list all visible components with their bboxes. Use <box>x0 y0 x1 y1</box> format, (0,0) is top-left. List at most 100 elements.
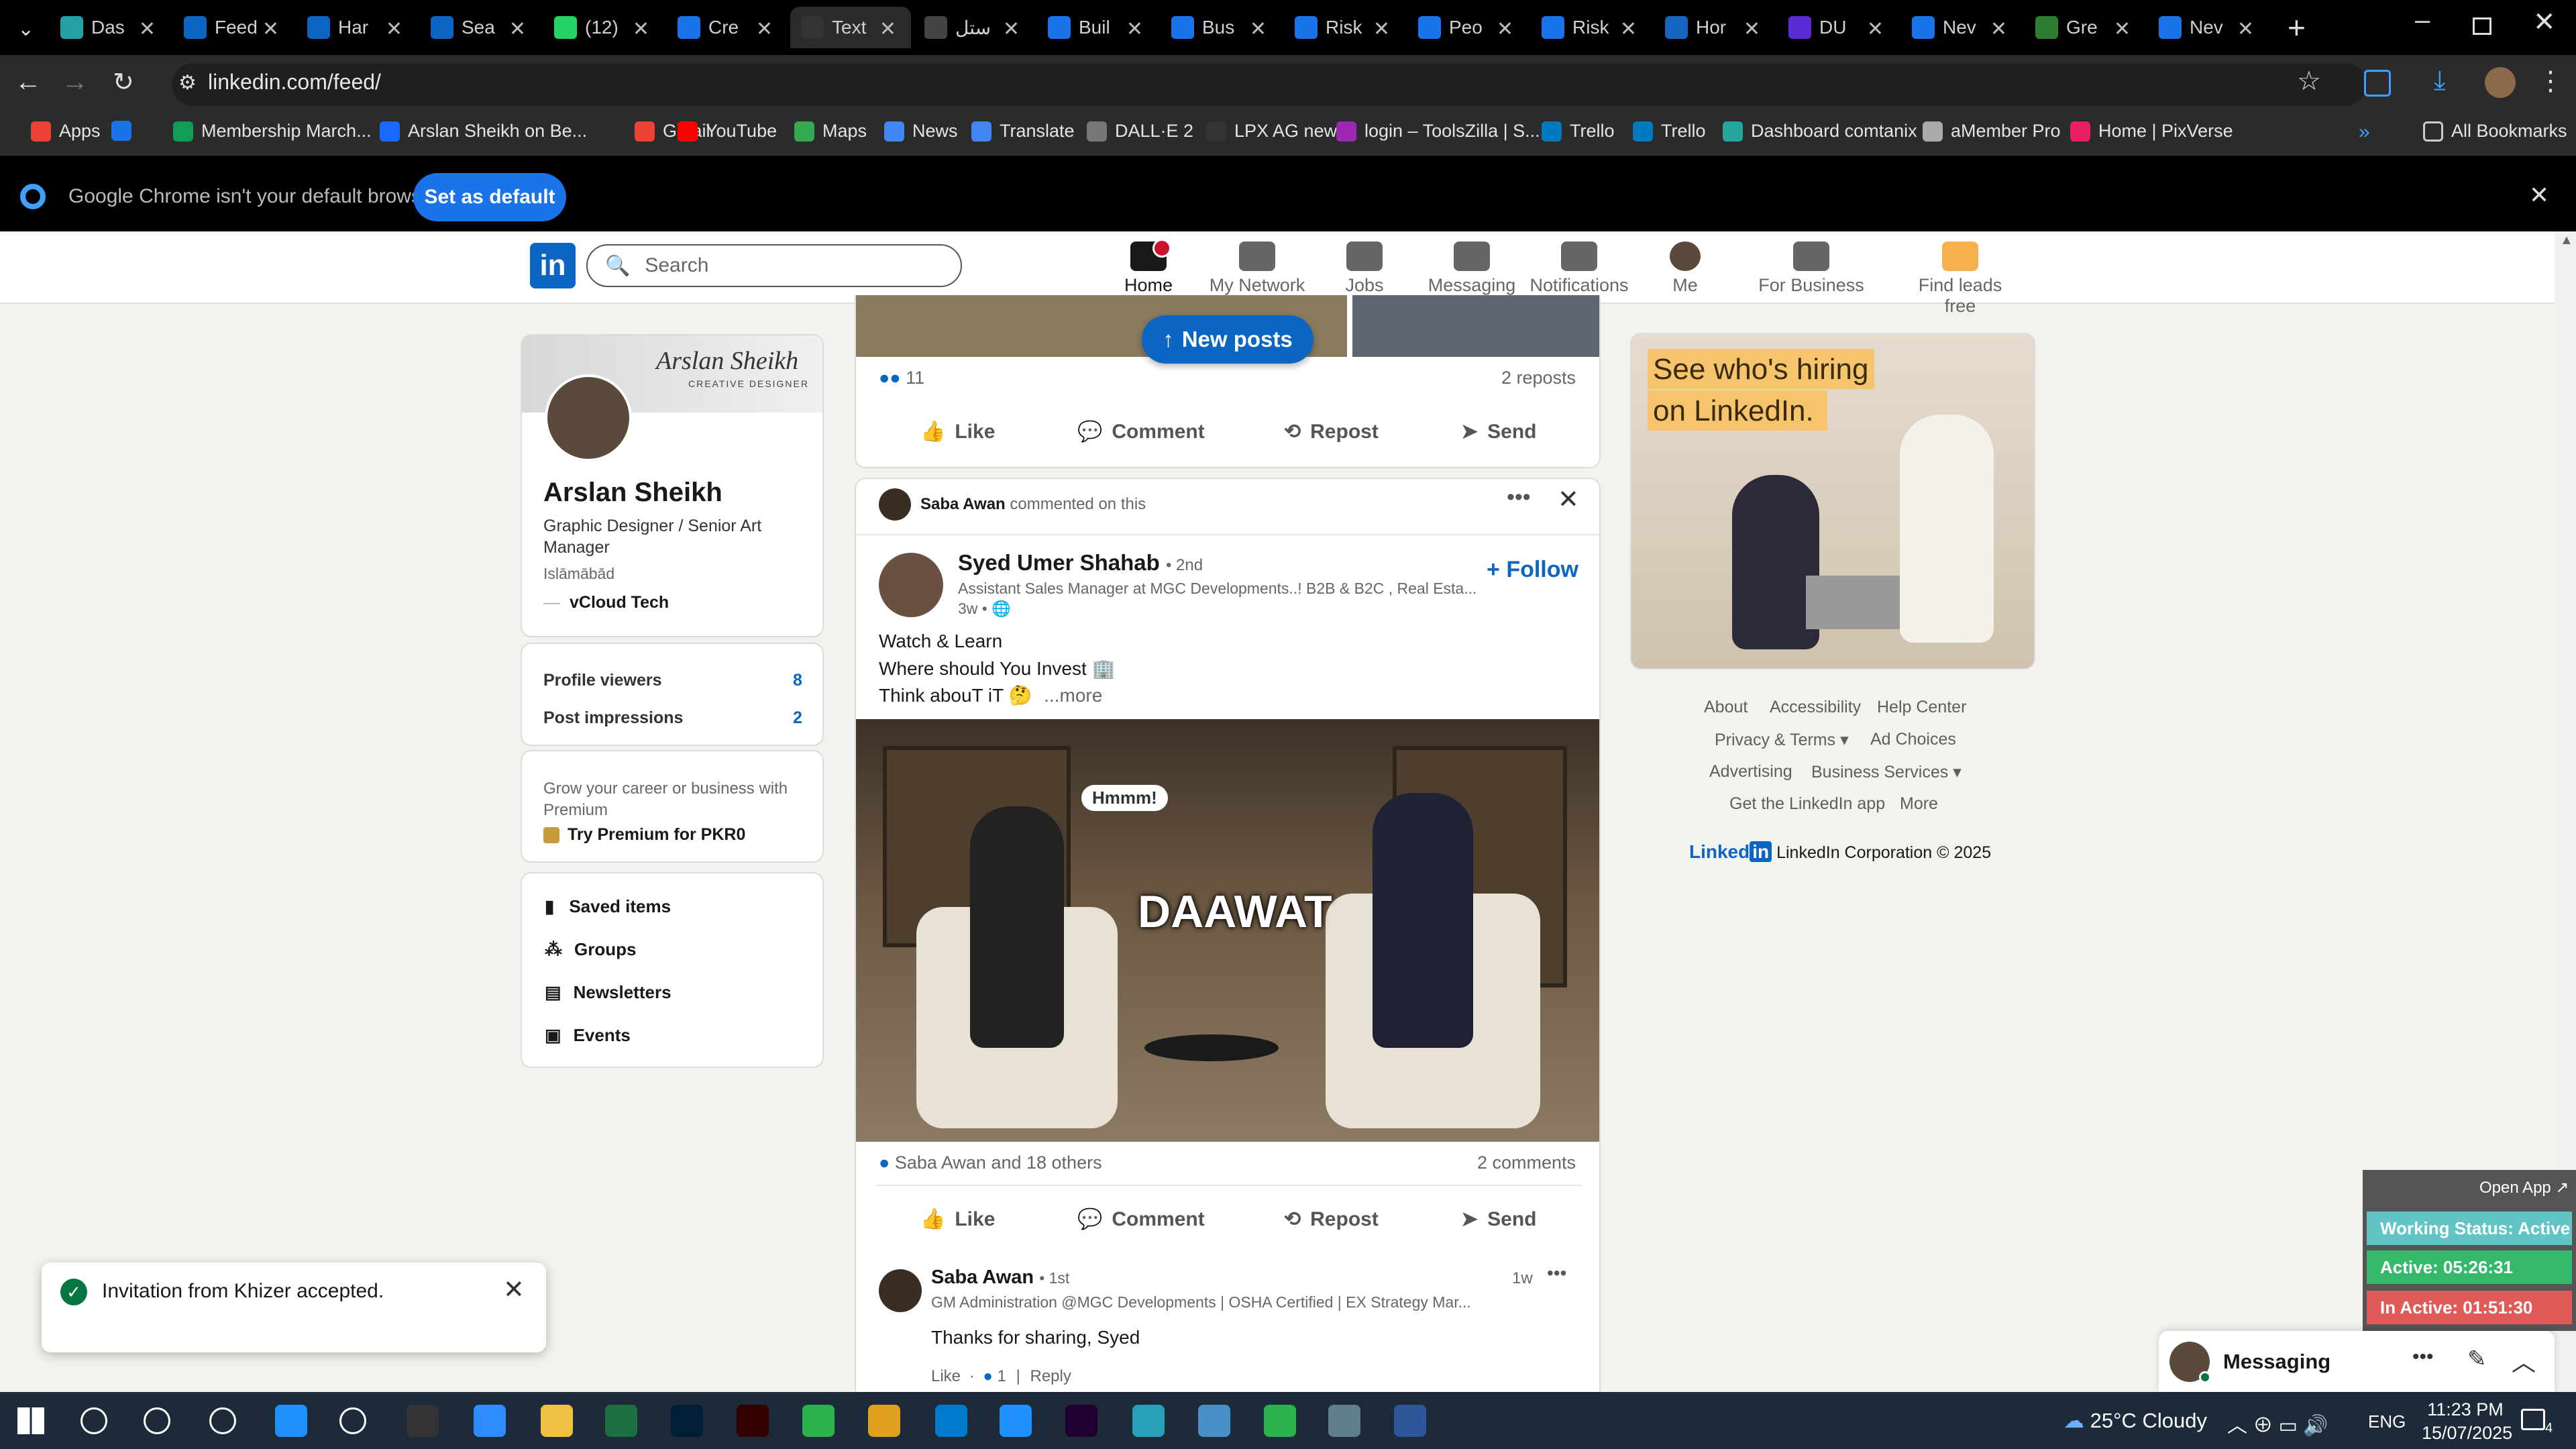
tab-close-icon[interactable]: ✕ <box>633 17 649 41</box>
linkedin-logo[interactable]: in <box>530 243 576 288</box>
nav-grid[interactable]: For Business <box>1758 241 1865 296</box>
tab-close-icon[interactable]: ✕ <box>1250 17 1267 41</box>
nav-network[interactable]: My Network <box>1203 241 1311 296</box>
notification-center-icon[interactable] <box>2521 1409 2545 1430</box>
browser-tab[interactable]: Peo ✕ <box>1407 7 1528 48</box>
browser-tab[interactable]: Risk ✕ <box>1531 7 1652 48</box>
back-icon[interactable]: ← <box>15 67 42 97</box>
new-posts-button[interactable]: ↑ New posts <box>1142 315 1313 364</box>
tab-close-icon[interactable]: ✕ <box>756 17 773 41</box>
nav-messaging[interactable]: Messaging <box>1418 241 1525 296</box>
comment-author[interactable]: Saba Awan • 1st <box>931 1267 1069 1289</box>
extensions-icon[interactable] <box>2364 70 2391 97</box>
browser-tab[interactable]: ستل ✕ <box>914 7 1034 48</box>
browser-tab[interactable]: Gre ✕ <box>2025 7 2145 48</box>
app-cyan-icon[interactable] <box>1132 1405 1165 1437</box>
post1-repost-button[interactable]: ⟲ Repost <box>1284 420 1379 443</box>
browser-tab[interactable]: Hor ✕ <box>1654 7 1775 48</box>
footer-about[interactable]: About <box>1704 698 1748 717</box>
minimize-button[interactable]: – <box>2415 5 2430 36</box>
tab-close-icon[interactable]: ✕ <box>1373 17 1390 41</box>
bookmark-item[interactable]: aMember Pro <box>1923 121 2061 142</box>
tab-close-icon[interactable]: ✕ <box>1126 17 1143 41</box>
bookmark-item[interactable]: Translate <box>971 121 1075 142</box>
bookmark-item[interactable]: LPX AG new <box>1206 121 1337 142</box>
bookmark-star-icon[interactable]: ☆ <box>2297 66 2321 97</box>
follow-button[interactable]: + Follow <box>1487 557 1578 583</box>
tab-close-icon[interactable]: ✕ <box>1620 17 1637 41</box>
post1-reposts[interactable]: 2 reposts <box>1501 368 1576 388</box>
toast-close-icon[interactable]: ✕ <box>503 1275 525 1305</box>
footer-get-app[interactable]: Get the LinkedIn app <box>1729 794 1885 814</box>
close-window-button[interactable]: ✕ <box>2533 7 2556 38</box>
nav-bell[interactable]: Notifications <box>1525 241 1633 296</box>
tab-close-icon[interactable]: ✕ <box>1743 17 1760 41</box>
app-green-icon[interactable] <box>802 1405 835 1437</box>
footer-help-center[interactable]: Help Center <box>1877 698 1966 717</box>
nav-home[interactable]: Home <box>1095 241 1202 296</box>
browser-tab[interactable]: Das ✕ <box>50 7 170 48</box>
post1-image-right[interactable] <box>1352 295 1599 357</box>
app-green-icon[interactable] <box>1264 1405 1296 1437</box>
bookmark-item[interactable]: DALL·E 2 <box>1087 121 1193 142</box>
events-link[interactable]: ▣ Events <box>545 1025 631 1046</box>
browser-tab[interactable]: Sea ✕ <box>420 7 541 48</box>
post2-comment-button[interactable]: 💬 Comment <box>1077 1208 1205 1231</box>
messaging-bar[interactable]: Messaging ••• ✎ ︿ <box>2159 1331 2555 1393</box>
infobar-close-icon[interactable]: ✕ <box>2529 181 2549 209</box>
task-view-icon[interactable] <box>209 1407 236 1434</box>
footer-more[interactable]: More <box>1900 794 1938 814</box>
forward-icon[interactable]: → <box>62 67 89 97</box>
tab-close-icon[interactable]: ✕ <box>509 17 526 41</box>
search-icon[interactable] <box>80 1407 107 1434</box>
author-name[interactable]: Syed Umer Shahab • 2nd <box>958 550 1203 576</box>
clock[interactable]: 11:23 PM 15/07/2025 <box>2422 1399 2512 1444</box>
tab-close-icon[interactable]: ✕ <box>1003 17 1020 41</box>
browser-tab[interactable]: Cre ✕ <box>667 7 788 48</box>
reload-icon[interactable]: ↻ <box>113 67 134 97</box>
browser-tab[interactable]: Feed ✕ <box>173 7 294 48</box>
post1-comment-button[interactable]: 💬 Comment <box>1077 420 1205 443</box>
tab-search-chevron-icon[interactable]: ⌄ <box>17 17 34 41</box>
bookmark-item[interactable]: News <box>884 121 958 142</box>
tab-close-icon[interactable]: ✕ <box>139 17 156 41</box>
stat-profile-viewers-value[interactable]: 8 <box>793 671 802 690</box>
browser-tab[interactable]: (12) ✕ <box>543 7 664 48</box>
nav-leads[interactable]: Find leads free <box>1907 241 2014 317</box>
footer-advertising[interactable]: Advertising <box>1709 762 1792 782</box>
browser-tab[interactable]: Text ✕ <box>790 7 911 48</box>
footer-ad-choices[interactable]: Ad Choices <box>1870 730 1956 749</box>
tab-close-icon[interactable]: ✕ <box>2114 17 2131 41</box>
bookmark-item[interactable]: Dashboard comtanix <box>1723 121 1917 142</box>
browser-tab[interactable]: Nev ✕ <box>2148 7 2269 48</box>
profile-name[interactable]: Arslan Sheikh <box>543 478 722 508</box>
site-info-icon[interactable]: ⚙ <box>178 71 197 95</box>
bookmark-item[interactable]: Home | PixVerse <box>2070 121 2233 142</box>
chrome-icon[interactable] <box>868 1405 900 1437</box>
tab-close-icon[interactable]: ✕ <box>1867 17 1884 41</box>
post2-like-button[interactable]: 👍 Like <box>920 1208 995 1231</box>
bookmark-item[interactable]: Trello <box>1542 121 1615 142</box>
post-dismiss-icon[interactable]: ✕ <box>1558 484 1579 515</box>
excel-icon[interactable] <box>605 1405 637 1437</box>
nav-jobs[interactable]: Jobs <box>1311 241 1418 296</box>
tab-close-icon[interactable]: ✕ <box>2237 17 2254 41</box>
menu-icon[interactable]: ⋮ <box>2537 66 2564 97</box>
tray-icons[interactable]: ︿ ⊕ ▭ 🔊 <box>2227 1409 2328 1438</box>
footer-business-services[interactable]: Business Services ▾ <box>1811 762 1962 782</box>
saved-items-link[interactable]: ▮ Saved items <box>545 896 671 917</box>
cortana-icon[interactable] <box>144 1407 170 1434</box>
set-as-default-button[interactable]: Set as default <box>413 173 566 221</box>
restore-button[interactable] <box>2473 17 2491 35</box>
pen-icon[interactable] <box>339 1407 366 1434</box>
post2-repost-button[interactable]: ⟲ Repost <box>1284 1208 1379 1231</box>
comment-like-count[interactable]: 1 <box>998 1367 1006 1385</box>
windows-start-icon[interactable] <box>17 1407 44 1434</box>
download-icon[interactable]: ⤓ <box>2434 66 2446 96</box>
comment-avatar[interactable] <box>879 1269 922 1312</box>
bookmark-item[interactable]: Membership March... <box>173 121 372 142</box>
bookmark-item[interactable]: Maps <box>794 121 867 142</box>
see-more-link[interactable]: ...more <box>1044 685 1102 706</box>
vscode-icon[interactable] <box>935 1405 967 1437</box>
tab-close-icon[interactable]: ✕ <box>386 17 402 41</box>
